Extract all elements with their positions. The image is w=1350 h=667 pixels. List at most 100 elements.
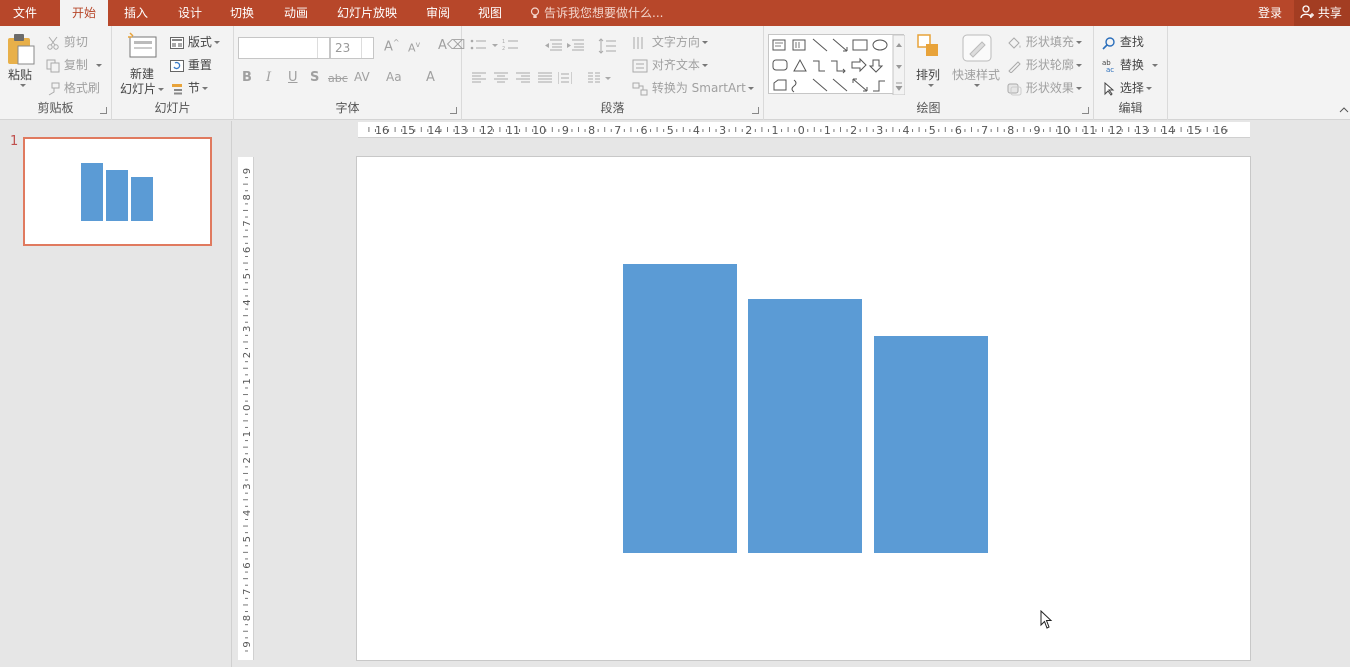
ruler-label: 5 xyxy=(929,124,936,137)
tell-me-box[interactable]: 告诉我您想要做什么... xyxy=(530,0,663,26)
ruler-label: 0 xyxy=(798,124,805,137)
ruler-label: 4 xyxy=(242,510,253,516)
login-link[interactable]: 登录 xyxy=(1258,0,1282,26)
chevron-down-icon xyxy=(1075,64,1082,67)
chevron-down-icon[interactable] xyxy=(361,38,373,58)
dialog-launcher-icon[interactable] xyxy=(1082,107,1089,114)
shrink-font-icon[interactable]: Av xyxy=(408,40,420,55)
tab-slideshow[interactable]: 幻灯片放映 xyxy=(330,0,404,26)
rectangle-shape-3[interactable] xyxy=(874,336,988,553)
new-slide-button[interactable]: 新建 幻灯片 xyxy=(118,31,168,97)
layout-button[interactable]: 版式 xyxy=(170,33,220,50)
bullets-icon[interactable] xyxy=(470,38,500,52)
font-group: 23 A^ Av A⌫ B I U S abc AV Aa A 字体 xyxy=(234,26,465,120)
share-button[interactable]: 共享 xyxy=(1294,0,1350,26)
ruler-label: 13 xyxy=(454,124,468,137)
underline-icon[interactable]: U xyxy=(288,70,298,85)
ruler-label: 12 xyxy=(480,124,494,137)
tab-file[interactable]: 文件 xyxy=(0,0,50,26)
strikethrough-icon[interactable]: abc xyxy=(328,72,348,85)
svg-text:1: 1 xyxy=(502,39,505,45)
tab-view[interactable]: 视图 xyxy=(466,0,514,26)
effects-icon xyxy=(1007,83,1022,95)
ruler-label: 10 xyxy=(532,124,546,137)
chevron-down-icon xyxy=(1075,41,1082,44)
convert-smartart-button[interactable]: 转换为 SmartArt xyxy=(632,79,754,96)
reset-icon xyxy=(170,59,184,72)
align-text-button[interactable]: 对齐文本 xyxy=(632,56,708,73)
font-color-icon[interactable]: A xyxy=(426,70,435,85)
align-left-icon[interactable] xyxy=(472,72,486,84)
arrange-button[interactable]: 排列 xyxy=(910,32,950,94)
text-direction-button[interactable]: 文字方向 xyxy=(632,33,708,50)
chevron-down-icon xyxy=(213,41,220,44)
align-text-icon xyxy=(632,59,648,72)
numbering-icon[interactable]: 12 xyxy=(502,38,532,52)
ruler-label: 2 xyxy=(242,352,253,358)
tab-home[interactable]: 开始 xyxy=(60,0,108,26)
tab-animations[interactable]: 动画 xyxy=(272,0,320,26)
ribbon-tab-bar: 文件 开始 插入 设计 切换 动画 幻灯片放映 审阅 视图 告诉我您想要做什么.… xyxy=(0,0,1350,26)
columns-icon[interactable] xyxy=(588,72,612,84)
line-spacing-icon[interactable] xyxy=(598,38,622,54)
ruler-label: 11 xyxy=(1082,124,1096,137)
rectangle-shape-1[interactable] xyxy=(623,264,737,553)
ruler-label: 6 xyxy=(242,247,253,253)
grow-font-icon[interactable]: A^ xyxy=(384,38,400,54)
italic-icon[interactable]: I xyxy=(266,70,271,85)
font-name-field[interactable] xyxy=(238,37,330,59)
tab-insert[interactable]: 插入 xyxy=(112,0,160,26)
distributed-icon[interactable] xyxy=(558,71,572,85)
increase-indent-icon[interactable] xyxy=(566,38,584,52)
justify-icon[interactable] xyxy=(538,72,552,84)
rectangle-shape-2[interactable] xyxy=(748,299,862,553)
clipboard-group-label: 剪贴板 xyxy=(37,101,74,115)
format-painter-button[interactable]: 格式刷 xyxy=(46,79,100,96)
align-center-icon[interactable] xyxy=(494,72,508,84)
align-right-icon[interactable] xyxy=(516,72,530,84)
collapse-ribbon-icon[interactable] xyxy=(1339,106,1349,114)
ruler-label: 1 xyxy=(242,378,253,384)
section-button[interactable]: 节 xyxy=(170,79,208,96)
ruler-label: 15 xyxy=(401,124,415,137)
paste-button[interactable]: 粘贴 xyxy=(6,32,36,92)
slide-thumbnail[interactable] xyxy=(23,137,212,246)
shape-fill-button[interactable]: 形状填充 xyxy=(1006,33,1082,50)
decrease-indent-icon[interactable] xyxy=(544,38,562,52)
text-shadow-icon[interactable]: S xyxy=(310,70,319,85)
smartart-icon xyxy=(632,82,648,95)
character-spacing-icon[interactable]: AV xyxy=(354,70,370,84)
chevron-down-icon xyxy=(20,84,26,87)
svg-text:2: 2 xyxy=(502,46,505,52)
tab-review[interactable]: 审阅 xyxy=(414,0,462,26)
font-size-field[interactable]: 23 xyxy=(330,37,374,59)
cut-button[interactable]: 剪切 xyxy=(46,33,88,50)
select-button[interactable]: 选择 xyxy=(1102,79,1152,96)
find-button[interactable]: 查找 xyxy=(1102,33,1144,50)
text-direction-icon xyxy=(633,36,643,49)
shapes-gallery[interactable] xyxy=(768,34,905,95)
mouse-cursor-icon xyxy=(1040,610,1053,629)
dialog-launcher-icon[interactable] xyxy=(752,107,759,114)
slide-canvas[interactable] xyxy=(356,156,1251,661)
replace-button[interactable]: ab ac 替换 xyxy=(1102,56,1158,73)
ruler-label: 8 xyxy=(1007,124,1014,137)
ruler-label: 9 xyxy=(562,124,569,137)
tab-transitions[interactable]: 切换 xyxy=(218,0,266,26)
tab-design[interactable]: 设计 xyxy=(166,0,214,26)
reset-button[interactable]: 重置 xyxy=(170,56,212,73)
ruler-label: 8 xyxy=(588,124,595,137)
ruler-label: 9 xyxy=(242,168,253,174)
copy-button[interactable]: 复制 xyxy=(46,56,102,73)
shape-effects-button[interactable]: 形状效果 xyxy=(1006,79,1082,96)
shape-outline-label: 形状轮廓 xyxy=(1025,58,1074,72)
dialog-launcher-icon[interactable] xyxy=(100,107,107,114)
change-case-icon[interactable]: Aa xyxy=(386,70,402,84)
shape-outline-button[interactable]: 形状轮廓 xyxy=(1006,56,1082,73)
chevron-down-icon[interactable] xyxy=(317,38,329,58)
bold-icon[interactable]: B xyxy=(242,70,252,85)
ribbon: 粘贴 剪切 复制 格式刷 剪贴板 新建 幻灯片 版式 重置 节 幻灯片 23 A… xyxy=(0,26,1350,120)
quick-styles-button[interactable]: 快速样式 xyxy=(950,32,1002,94)
layout-icon xyxy=(170,36,184,49)
dialog-launcher-icon[interactable] xyxy=(450,107,457,114)
